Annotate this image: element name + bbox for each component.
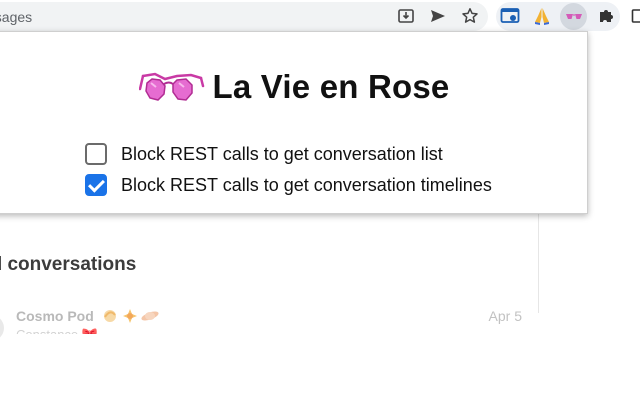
- block-conversation-timelines-label[interactable]: Block REST calls to get conversation tim…: [121, 175, 492, 196]
- block-conversation-list-checkbox[interactable]: [85, 143, 107, 165]
- browser-toolbar: essages: [0, 0, 640, 33]
- side-panel-icon[interactable]: [628, 5, 640, 27]
- popup-header: La Vie en Rose: [0, 67, 587, 107]
- popup-title: La Vie en Rose: [212, 68, 450, 105]
- address-bar-text[interactable]: essages: [0, 9, 32, 25]
- pink-sunglasses-icon: [138, 67, 205, 108]
- option-block-conversation-list[interactable]: Block REST calls to get conversation lis…: [85, 141, 443, 167]
- conversation-preview: Constance 🎀 · · · · ·: [16, 327, 138, 334]
- conversation-date: Apr 5: [488, 308, 522, 324]
- bookmark-star-icon[interactable]: [459, 5, 481, 27]
- extension-popup: La Vie en Rose Block REST calls to get c…: [0, 31, 588, 214]
- block-conversation-list-label[interactable]: Block REST calls to get conversation lis…: [121, 144, 443, 165]
- sunglasses-icon[interactable]: [563, 5, 585, 27]
- send-tab-icon[interactable]: [427, 5, 449, 27]
- block-conversation-timelines-checkbox[interactable]: [85, 174, 107, 196]
- praying-hands-icon[interactable]: [531, 5, 553, 27]
- install-app-icon[interactable]: [395, 5, 417, 27]
- avatar: [0, 315, 4, 341]
- option-block-conversation-timelines[interactable]: Block REST calls to get conversation tim…: [85, 172, 492, 198]
- column-divider: [538, 213, 539, 313]
- screenshot-icon[interactable]: [499, 5, 521, 27]
- conversation-emoji-icons: [101, 306, 161, 326]
- conversation-list-item[interactable]: Cosmo Pod Apr 5 Constance 🎀 · · · · ·: [0, 301, 540, 341]
- section-heading: ed conversations: [0, 254, 137, 275]
- puzzle-icon[interactable]: [595, 5, 617, 27]
- conversation-name: Cosmo Pod: [16, 308, 94, 324]
